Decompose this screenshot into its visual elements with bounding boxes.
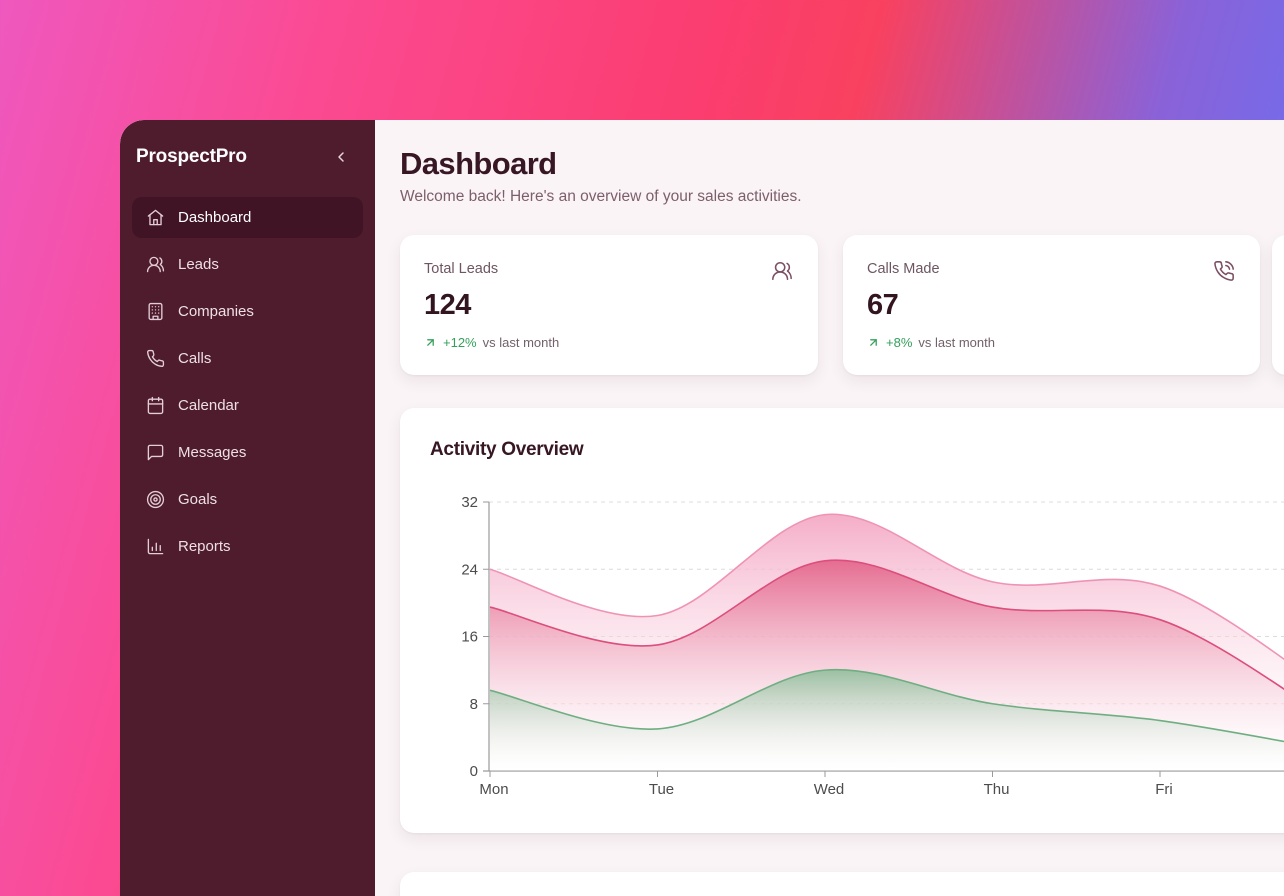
users-round-icon	[771, 260, 793, 282]
users-round-icon-wrap	[146, 255, 165, 274]
svg-text:Wed: Wed	[814, 781, 845, 798]
sidebar-header: ProspectPro	[120, 120, 375, 168]
message-square-icon-wrap	[146, 443, 165, 462]
sidebar-nav: Dashboard Leads Companies Calls Calendar Mess…	[120, 197, 375, 567]
phone-icon	[146, 349, 165, 368]
desktop-background: { "sidebar": { "logo": "ProspectPro", "c…	[0, 0, 1284, 896]
activity-overview-chart: 0 8 16 24 32 Mon Tue Wed Thu Fri	[430, 470, 1284, 815]
sidebar-item-goals[interactable]: Goals	[132, 479, 363, 520]
svg-text:8: 8	[470, 696, 478, 713]
chart-title: Activity Overview	[430, 439, 583, 461]
message-square-icon	[146, 443, 165, 462]
stat-card-icon-wrap	[1213, 260, 1235, 282]
phone-call-icon	[1213, 260, 1235, 282]
app-logo: ProspectPro	[136, 146, 247, 168]
target-icon-wrap	[146, 490, 165, 509]
sidebar-item-label: Companies	[178, 303, 254, 320]
svg-text:16: 16	[461, 629, 478, 646]
sidebar-item-label: Calendar	[178, 397, 239, 414]
stat-card-partial	[1272, 235, 1284, 375]
bar-chart-icon-wrap	[146, 537, 165, 556]
trend-percent: +8%	[886, 335, 912, 350]
stat-label: Total Leads	[424, 261, 792, 277]
sidebar-item-label: Leads	[178, 256, 219, 273]
svg-text:Fri: Fri	[1155, 781, 1173, 798]
sidebar-item-calendar[interactable]: Calendar	[132, 385, 363, 426]
arrow-up-right-icon	[867, 336, 880, 349]
stat-trend: +12% vs last month	[424, 335, 792, 350]
sidebar-item-reports[interactable]: Reports	[132, 526, 363, 567]
trend-note: vs last month	[918, 335, 995, 350]
sidebar-item-label: Goals	[178, 491, 217, 508]
sidebar-item-label: Dashboard	[178, 209, 251, 226]
stat-label: Calls Made	[867, 261, 1234, 277]
trend-arrow-wrap	[424, 336, 437, 349]
sidebar-item-leads[interactable]: Leads	[132, 244, 363, 285]
stat-value: 67	[867, 289, 1234, 322]
sidebar-item-label: Reports	[178, 538, 231, 555]
chevron-left-icon	[333, 149, 349, 165]
phone-icon-wrap	[146, 349, 165, 368]
stat-card-icon-wrap	[771, 260, 793, 282]
users-round-icon	[146, 255, 165, 274]
partial-bottom-card	[400, 872, 1284, 896]
target-icon	[146, 490, 165, 509]
svg-text:32: 32	[461, 494, 478, 511]
main-content: Dashboard Welcome back! Here's an overvi…	[375, 120, 1284, 896]
stat-value: 124	[424, 289, 792, 322]
trend-arrow-wrap	[867, 336, 880, 349]
svg-text:24: 24	[461, 561, 478, 578]
sidebar-item-label: Messages	[178, 444, 246, 461]
arrow-up-right-icon	[424, 336, 437, 349]
bar-chart-icon	[146, 537, 165, 556]
home-icon	[146, 208, 165, 227]
stat-card-total-leads: Total Leads 124 +12% vs last month	[400, 235, 818, 375]
sidebar-item-label: Calls	[178, 350, 211, 367]
building-icon-wrap	[146, 302, 165, 321]
sidebar-item-calls[interactable]: Calls	[132, 338, 363, 379]
app-window: ProspectPro Dashboard Leads Companies Calls…	[120, 120, 1284, 896]
stat-card-calls-made: Calls Made 67 +8% vs last month	[843, 235, 1260, 375]
calendar-icon-wrap	[146, 396, 165, 415]
sidebar-item-companies[interactable]: Companies	[132, 291, 363, 332]
svg-text:Mon: Mon	[479, 781, 508, 798]
svg-text:0: 0	[470, 763, 478, 780]
activity-overview-card: Activity Overview 0 8 16 24 32 Mon Tue Wed Thu Fr…	[400, 408, 1284, 833]
home-icon-wrap	[146, 208, 165, 227]
trend-note: vs last month	[483, 335, 560, 350]
page-title: Dashboard	[400, 146, 557, 182]
stat-trend: +8% vs last month	[867, 335, 1234, 350]
building-icon	[146, 302, 165, 321]
calendar-icon	[146, 396, 165, 415]
svg-text:Thu: Thu	[984, 781, 1010, 798]
sidebar-item-dashboard[interactable]: Dashboard	[132, 197, 363, 238]
svg-text:Tue: Tue	[649, 781, 674, 798]
sidebar-collapse-button[interactable]	[331, 147, 351, 167]
trend-percent: +12%	[443, 335, 477, 350]
sidebar: ProspectPro Dashboard Leads Companies Calls…	[120, 120, 375, 896]
page-subtitle: Welcome back! Here's an overview of your…	[400, 188, 802, 206]
sidebar-item-messages[interactable]: Messages	[132, 432, 363, 473]
